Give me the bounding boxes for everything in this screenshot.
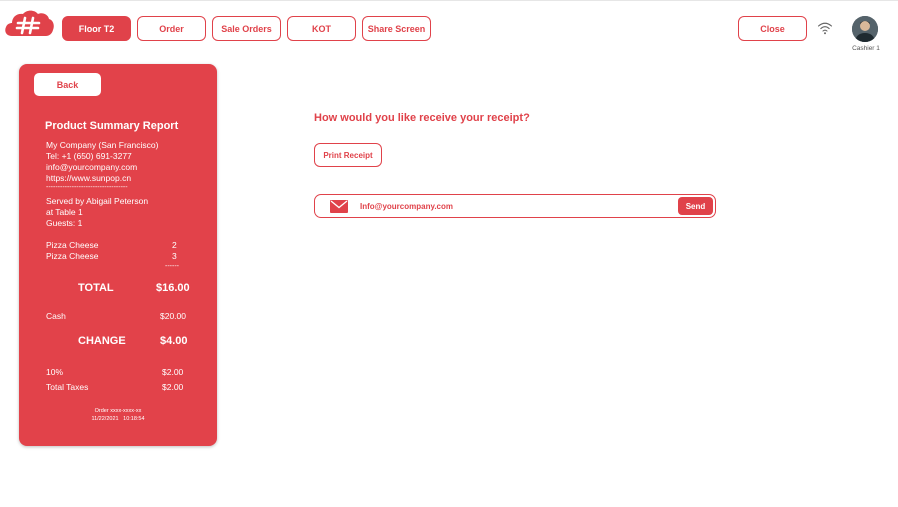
total-taxes-value: $2.00 [162,382,184,392]
back-button[interactable]: Back [34,73,101,96]
wifi-icon [817,22,833,35]
guests-count: Guests: 1 [46,218,83,228]
email-input[interactable] [360,198,670,214]
receipt-title: Product Summary Report [45,120,179,132]
tab-floor-t2[interactable]: Floor T2 [62,16,131,41]
tab-kot[interactable]: KOT [287,16,356,41]
line-item-qty: 2 [172,240,177,250]
close-button[interactable]: Close [738,16,807,41]
qty-divider: ------ [165,263,179,270]
served-by: Served by Abigail Peterson [46,196,149,206]
send-button[interactable]: Send [678,197,713,215]
mail-icon [330,200,348,213]
receipt-question: How would you like receive your receipt? [314,112,530,124]
receipt-panel: Back Product Summary Report My Company (… [19,64,217,446]
print-receipt-button[interactable]: Print Receipt [314,143,382,167]
user-name: Cashier 1 [852,45,880,52]
tab-order[interactable]: Order [137,16,206,41]
payment-amount: $20.00 [160,311,186,321]
tab-sale-orders[interactable]: Sale Orders [212,16,281,41]
tab-share-screen[interactable]: Share Screen [362,16,431,41]
company-name: My Company (San Francisco) [46,140,159,150]
company-email: info@yourcompany.com [46,162,138,172]
line-item-name: Pizza Cheese [46,240,99,250]
tax-rate-label: 10% [46,367,64,377]
cloud-hashtag-logo [5,10,54,36]
email-receipt-row: Send [314,194,716,218]
table-name: at Table 1 [46,207,83,217]
order-datetime: 11/22/2021 10:18:54 [91,416,145,422]
payment-method: Cash [46,311,66,321]
receipt-divider: ----------------------------------- [46,184,128,191]
total-value: $16.00 [156,282,190,294]
total-label: TOTAL [78,282,114,294]
change-value: $4.00 [160,335,188,347]
company-tel: Tel: +1 (650) 691-3277 [46,151,132,161]
total-taxes-label: Total Taxes [46,382,89,392]
avatar[interactable] [852,16,878,42]
top-divider [0,0,898,1]
line-item-name: Pizza Cheese [46,251,99,261]
change-label: CHANGE [78,335,126,347]
order-reference: Order xxxx-xxxx-xx [94,408,142,414]
tax-rate-value: $2.00 [162,367,184,377]
